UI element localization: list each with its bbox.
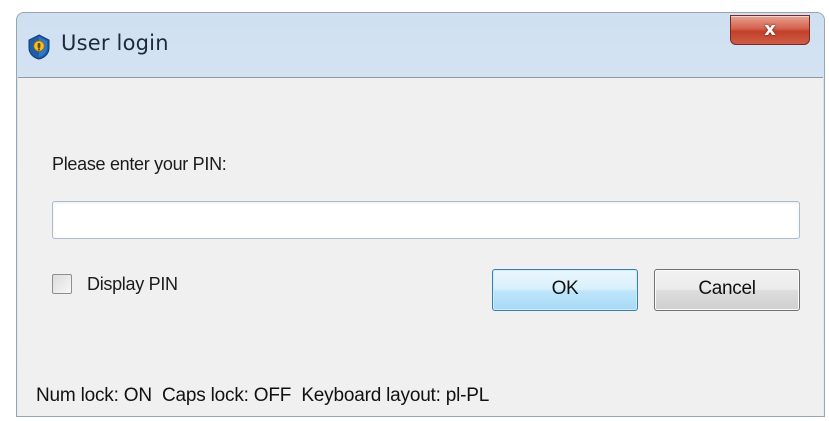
display-pin-label[interactable]: Display PIN [87, 274, 178, 295]
close-button[interactable]: x [730, 15, 810, 45]
pin-input[interactable] [52, 201, 800, 239]
pin-prompt-label: Please enter your PIN: [52, 154, 227, 174]
keyboard-status-text: Num lock: ON Caps lock: OFF Keyboard lay… [36, 385, 490, 406]
dialog-body: Please enter your PIN: Display PIN OK Ca… [18, 77, 823, 375]
lock-icon [27, 34, 51, 60]
display-pin-option[interactable]: Display PIN [52, 272, 178, 296]
status-bar: Num lock: ON Caps lock: OFF Keyboard lay… [18, 374, 823, 416]
window-title: User login [61, 31, 169, 55]
ok-button[interactable]: OK [492, 269, 638, 311]
cancel-button[interactable]: Cancel [654, 269, 800, 311]
display-pin-checkbox[interactable] [52, 274, 72, 294]
title-bar[interactable]: User login x [17, 13, 824, 77]
close-icon: x [764, 19, 776, 40]
login-dialog: User login x Please enter your PIN: Disp… [16, 12, 825, 417]
